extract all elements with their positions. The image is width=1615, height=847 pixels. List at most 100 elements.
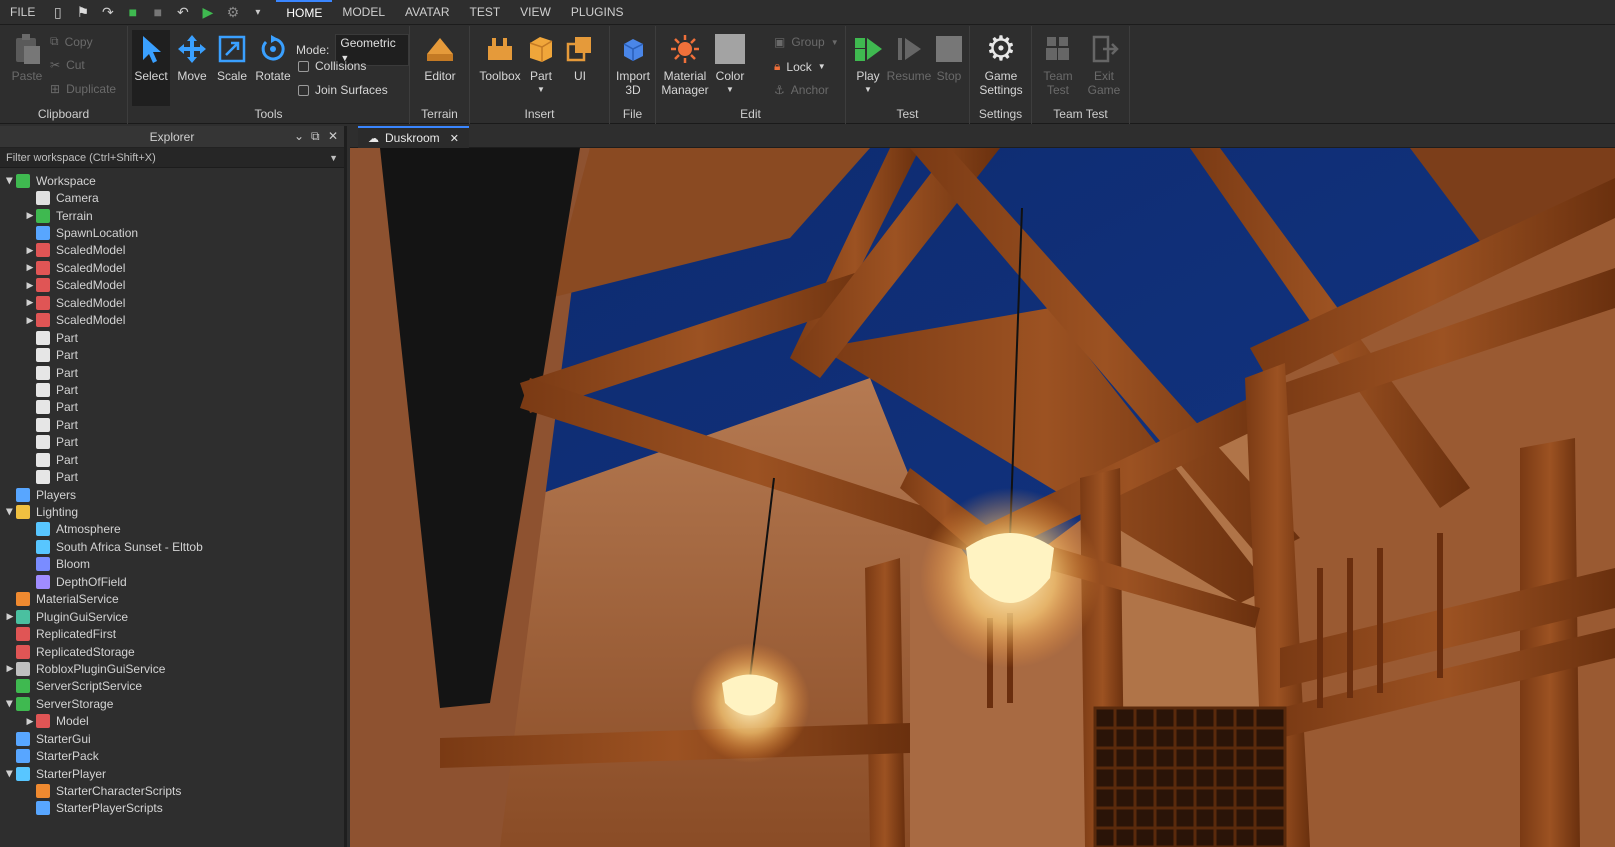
expand-open-icon[interactable]: ▶	[4, 768, 16, 780]
expand-closed-icon[interactable]: ▶	[24, 262, 36, 274]
join-surfaces-checkbox[interactable]	[298, 84, 309, 96]
expand-closed-icon[interactable]: ▶	[4, 663, 16, 675]
tab-plugins[interactable]: PLUGINS	[561, 0, 634, 25]
duplicate-button[interactable]: ⊞ Duplicate	[50, 82, 116, 96]
close-icon[interactable]: ✕	[450, 132, 459, 145]
3d-viewport[interactable]	[350, 148, 1615, 847]
cut-button[interactable]: ✂ Cut	[50, 58, 85, 72]
tree-item[interactable]: StarterPlayerScripts	[0, 800, 344, 817]
tree-item[interactable]: Part	[0, 364, 344, 381]
tree-item[interactable]: Part	[0, 381, 344, 398]
tree-item[interactable]: Part	[0, 399, 344, 416]
part-button[interactable]: Part ▼	[526, 32, 556, 97]
tree-item[interactable]: ▶ PluginGuiService	[0, 608, 344, 625]
move-button[interactable]: Move	[173, 32, 211, 83]
new-file-icon[interactable]: ▯	[45, 0, 70, 25]
join-surfaces-toggle[interactable]: Join Surfaces	[298, 83, 388, 97]
tree-item[interactable]: SpawnLocation	[0, 224, 344, 241]
tree-item[interactable]: ▶ Workspace	[0, 172, 344, 189]
tree-item[interactable]: StarterGui	[0, 730, 344, 747]
tab-test[interactable]: TEST	[459, 0, 510, 25]
tree-item[interactable]: Part	[0, 434, 344, 451]
tree-item[interactable]: ServerScriptService	[0, 678, 344, 695]
material-manager-button[interactable]: Material Manager	[660, 32, 710, 97]
resume-button[interactable]: Resume	[887, 32, 931, 83]
expand-closed-icon[interactable]: ▶	[4, 611, 16, 623]
expand-closed-icon[interactable]: ▶	[24, 210, 36, 222]
collisions-checkbox[interactable]	[298, 60, 309, 72]
team-test-button[interactable]: Team Test	[1038, 32, 1078, 97]
tab-view[interactable]: VIEW	[510, 0, 561, 25]
rotate-button[interactable]: Rotate	[252, 32, 294, 83]
chevron-down-icon[interactable]: ▼	[329, 153, 338, 163]
stop-icon[interactable]: ■	[145, 0, 170, 25]
tab-avatar[interactable]: AVATAR	[395, 0, 459, 25]
play-button[interactable]: Play ▼	[850, 32, 886, 97]
undo-icon[interactable]: ↶	[170, 0, 195, 25]
expand-open-icon[interactable]: ▶	[4, 175, 16, 187]
tree-item[interactable]: Bloom	[0, 556, 344, 573]
play-icon[interactable]: ▶	[195, 0, 220, 25]
run-icon[interactable]: ⚑	[70, 0, 95, 25]
tree-item[interactable]: ▶ ServerStorage	[0, 695, 344, 712]
tree-item[interactable]: MaterialService	[0, 591, 344, 608]
chevron-down-icon[interactable]: ⌄	[294, 129, 304, 143]
tree-item[interactable]: Camera	[0, 189, 344, 206]
tree-item[interactable]: ▶ Lighting	[0, 503, 344, 520]
expand-open-icon[interactable]: ▶	[4, 506, 16, 518]
lock-button[interactable]: 🔒︎ Lock ▼	[774, 59, 826, 74]
tree-item[interactable]: ▶ ScaledModel	[0, 242, 344, 259]
tab-model[interactable]: MODEL	[332, 0, 395, 25]
tree-item[interactable]: Part	[0, 451, 344, 468]
tree-item[interactable]: ▶ Model	[0, 713, 344, 730]
tree-item[interactable]: Part	[0, 416, 344, 433]
tree-item[interactable]: Part	[0, 468, 344, 485]
tree-item[interactable]: ▶ Terrain	[0, 207, 344, 224]
terrain-editor-button[interactable]: Editor	[420, 32, 460, 83]
tree-item[interactable]: ▶ RobloxPluginGuiService	[0, 660, 344, 677]
tree-item[interactable]: StarterCharacterScripts	[0, 782, 344, 799]
explorer-filter[interactable]: Filter workspace (Ctrl+Shift+X) ▼	[0, 148, 344, 168]
game-settings-button[interactable]: ⚙ Game Settings	[976, 32, 1026, 97]
tab-duskroom[interactable]: ☁ Duskroom ✕	[358, 126, 469, 148]
collisions-toggle[interactable]: Collisions	[298, 59, 366, 73]
tree-item[interactable]: ReplicatedFirst	[0, 625, 344, 642]
redo-icon[interactable]: ↷	[95, 0, 120, 25]
stop-button[interactable]: Stop	[932, 32, 966, 83]
group-button[interactable]: ▣ Group ▼	[774, 35, 839, 49]
tree-item[interactable]: ▶ ScaledModel	[0, 312, 344, 329]
ui-button[interactable]: UI	[560, 32, 600, 83]
expand-open-icon[interactable]: ▶	[4, 698, 16, 710]
tree-item[interactable]: ReplicatedStorage	[0, 643, 344, 660]
tree-item[interactable]: StarterPack	[0, 747, 344, 764]
menu-file[interactable]: FILE	[0, 0, 45, 25]
filter-input[interactable]: Filter workspace (Ctrl+Shift+X)	[6, 152, 156, 164]
exit-game-button[interactable]: Exit Game	[1084, 32, 1124, 97]
test-options-icon[interactable]: ⚙	[220, 0, 245, 25]
import-3d-button[interactable]: Import 3D	[613, 32, 653, 97]
tree-item[interactable]: Players	[0, 486, 344, 503]
expand-closed-icon[interactable]: ▶	[24, 244, 36, 256]
tree-item[interactable]: Part	[0, 346, 344, 363]
tree-item[interactable]: ▶ ScaledModel	[0, 277, 344, 294]
tree-item[interactable]: DepthOfField	[0, 573, 344, 590]
anchor-button[interactable]: ⚓︎ Anchor	[774, 83, 829, 97]
tree-item[interactable]: ▶ ScaledModel	[0, 294, 344, 311]
tree-item[interactable]: ▶ ScaledModel	[0, 259, 344, 276]
expand-closed-icon[interactable]: ▶	[24, 715, 36, 727]
select-button[interactable]: Select	[132, 30, 170, 106]
close-icon[interactable]: ✕	[328, 129, 338, 143]
tree-item[interactable]: South Africa Sunset - Elttob	[0, 538, 344, 555]
scale-button[interactable]: Scale	[213, 32, 251, 83]
play-here-icon[interactable]: ■	[120, 0, 145, 25]
tree-item[interactable]: Part	[0, 329, 344, 346]
undock-icon[interactable]: ⧉	[311, 129, 320, 144]
paste-button[interactable]: Paste	[10, 32, 44, 83]
customize-icon[interactable]: ▾	[245, 0, 270, 25]
expand-closed-icon[interactable]: ▶	[24, 297, 36, 309]
copy-button[interactable]: ⧉ Copy	[50, 34, 93, 49]
color-button[interactable]: Color ▼	[714, 32, 746, 97]
expand-closed-icon[interactable]: ▶	[24, 279, 36, 291]
tab-home[interactable]: HOME	[276, 0, 333, 25]
tree-item[interactable]: ▶ StarterPlayer	[0, 765, 344, 782]
